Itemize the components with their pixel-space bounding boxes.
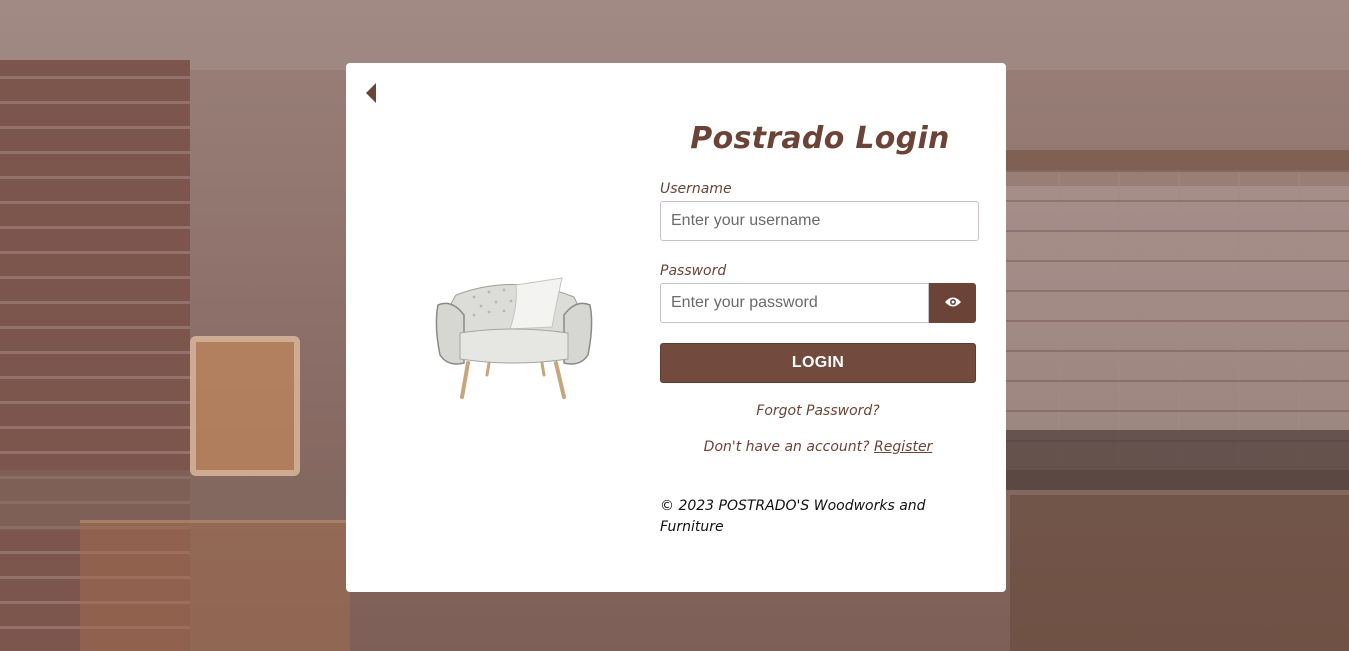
copyright-text: © 2023 POSTRADO'S Woodworks and Furnitur… xyxy=(660,498,926,535)
password-input[interactable] xyxy=(660,283,929,323)
password-label: Password xyxy=(660,263,727,279)
page-title: Postrado Login xyxy=(690,121,950,156)
username-label: Username xyxy=(660,181,732,197)
toggle-password-button[interactable] xyxy=(929,283,976,323)
password-row xyxy=(660,283,980,323)
no-account-text: Don't have an account? xyxy=(703,439,870,455)
register-link[interactable]: Register xyxy=(874,439,932,455)
username-input[interactable] xyxy=(660,201,979,241)
armchair-image xyxy=(434,275,594,400)
register-prompt: Don't have an account? Register xyxy=(660,439,976,459)
login-button[interactable]: LOGIN xyxy=(660,343,976,383)
back-arrow-icon xyxy=(366,83,376,103)
login-card: Postrado Login Username Password LOGIN F… xyxy=(346,63,1006,592)
login-form: Postrado Login Username Password LOGIN F… xyxy=(660,118,980,538)
forgot-password-link[interactable]: Forgot Password? xyxy=(660,403,976,423)
back-button[interactable] xyxy=(364,81,378,105)
eye-icon xyxy=(944,296,962,311)
